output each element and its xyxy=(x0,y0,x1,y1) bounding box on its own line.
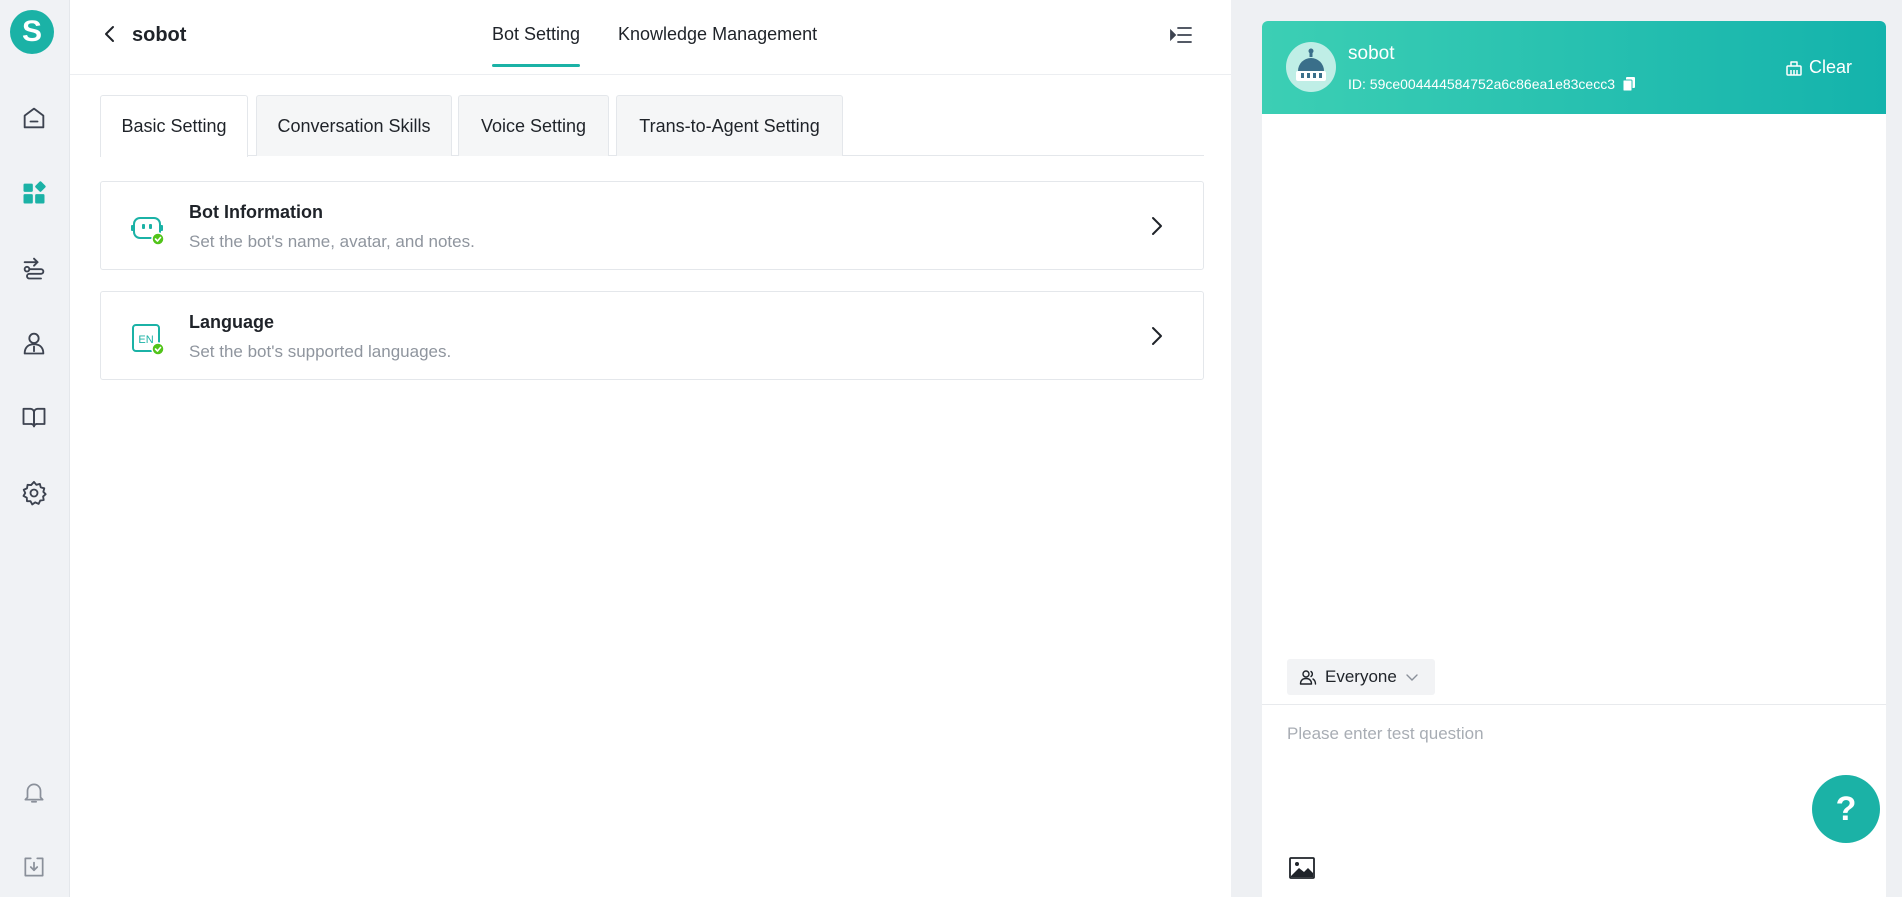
bot-information-card[interactable]: Bot Information Set the bot's name, avat… xyxy=(100,181,1204,270)
card-description: Set the bot's name, avatar, and notes. xyxy=(189,232,475,251)
clear-label: Clear xyxy=(1808,57,1852,77)
test-question-input[interactable] xyxy=(1287,724,1847,814)
tab-knowledge-management[interactable]: Knowledge Management xyxy=(618,24,817,45)
users-icon xyxy=(1299,670,1317,685)
flow-icon[interactable] xyxy=(17,251,51,285)
chevron-right-icon xyxy=(1152,217,1162,235)
audience-select[interactable]: Everyone xyxy=(1287,659,1435,695)
bot-id-text: ID: 59ce004444584752a6c86ea1e83cecc3 xyxy=(1348,76,1616,92)
book-icon[interactable] xyxy=(17,400,51,434)
collapse-panel-icon[interactable] xyxy=(1168,24,1194,46)
card-title: Language xyxy=(189,312,275,332)
back-arrow-icon[interactable] xyxy=(98,22,122,46)
user-icon[interactable] xyxy=(17,326,51,360)
bot-test-chat-panel: sobot ID: 59ce004444584752a6c86ea1e83cec… xyxy=(1262,21,1886,897)
gear-icon[interactable] xyxy=(17,476,51,510)
audience-value: Everyone xyxy=(1325,667,1397,686)
chat-header: sobot ID: 59ce004444584752a6c86ea1e83cec… xyxy=(1262,21,1886,114)
robot-icon xyxy=(1296,48,1326,81)
language-card[interactable]: EN Language Set the bot's supported lang… xyxy=(100,291,1204,380)
copy-icon[interactable] xyxy=(1622,77,1635,91)
broom-icon xyxy=(1786,60,1802,76)
card-title: Bot Information xyxy=(189,202,323,222)
sub-tab-trans-to-agent-setting[interactable]: Trans-to-Agent Setting xyxy=(616,95,843,156)
language-badge: EN xyxy=(138,334,153,346)
sub-tab-basic-setting[interactable]: Basic Setting xyxy=(100,95,248,157)
chevron-down-icon xyxy=(1406,674,1418,681)
sub-tab-voice-setting[interactable]: Voice Setting xyxy=(458,95,609,156)
help-button[interactable]: ? xyxy=(1812,775,1880,843)
dashboard-icon[interactable] xyxy=(17,176,51,210)
chat-divider xyxy=(1262,704,1886,705)
bot-avatar xyxy=(1286,42,1336,92)
help-question-mark-icon: ? xyxy=(1835,789,1857,828)
download-icon[interactable] xyxy=(17,850,51,884)
bot-id-label: ID: 59ce004444584752a6c86ea1e83cecc3 xyxy=(1348,76,1635,92)
tab-bot-setting[interactable]: Bot Setting xyxy=(492,24,581,67)
chat-bot-name: sobot xyxy=(1348,43,1395,64)
settings-sub-tabs: Basic Setting Conversation Skills Voice … xyxy=(100,95,1204,157)
clear-button[interactable]: Clear xyxy=(1785,57,1852,78)
main-panel: sobot Bot Setting Knowledge Management B… xyxy=(70,0,1231,897)
bot-name-title: sobot xyxy=(132,24,187,46)
sobot-logo[interactable]: S xyxy=(10,10,54,54)
top-bar: sobot Bot Setting Knowledge Management xyxy=(70,0,1231,75)
chevron-right-icon xyxy=(1152,327,1162,345)
card-description: Set the bot's supported languages. xyxy=(189,342,452,361)
logo-letter: S xyxy=(21,15,42,48)
image-upload-icon[interactable] xyxy=(1289,857,1315,879)
left-nav-rail: S xyxy=(0,0,70,897)
bot-info-icon xyxy=(131,217,165,246)
home-icon[interactable] xyxy=(17,101,51,135)
sub-tab-conversation-skills[interactable]: Conversation Skills xyxy=(256,95,452,156)
language-icon: EN xyxy=(132,324,165,356)
bell-icon[interactable] xyxy=(17,775,51,809)
